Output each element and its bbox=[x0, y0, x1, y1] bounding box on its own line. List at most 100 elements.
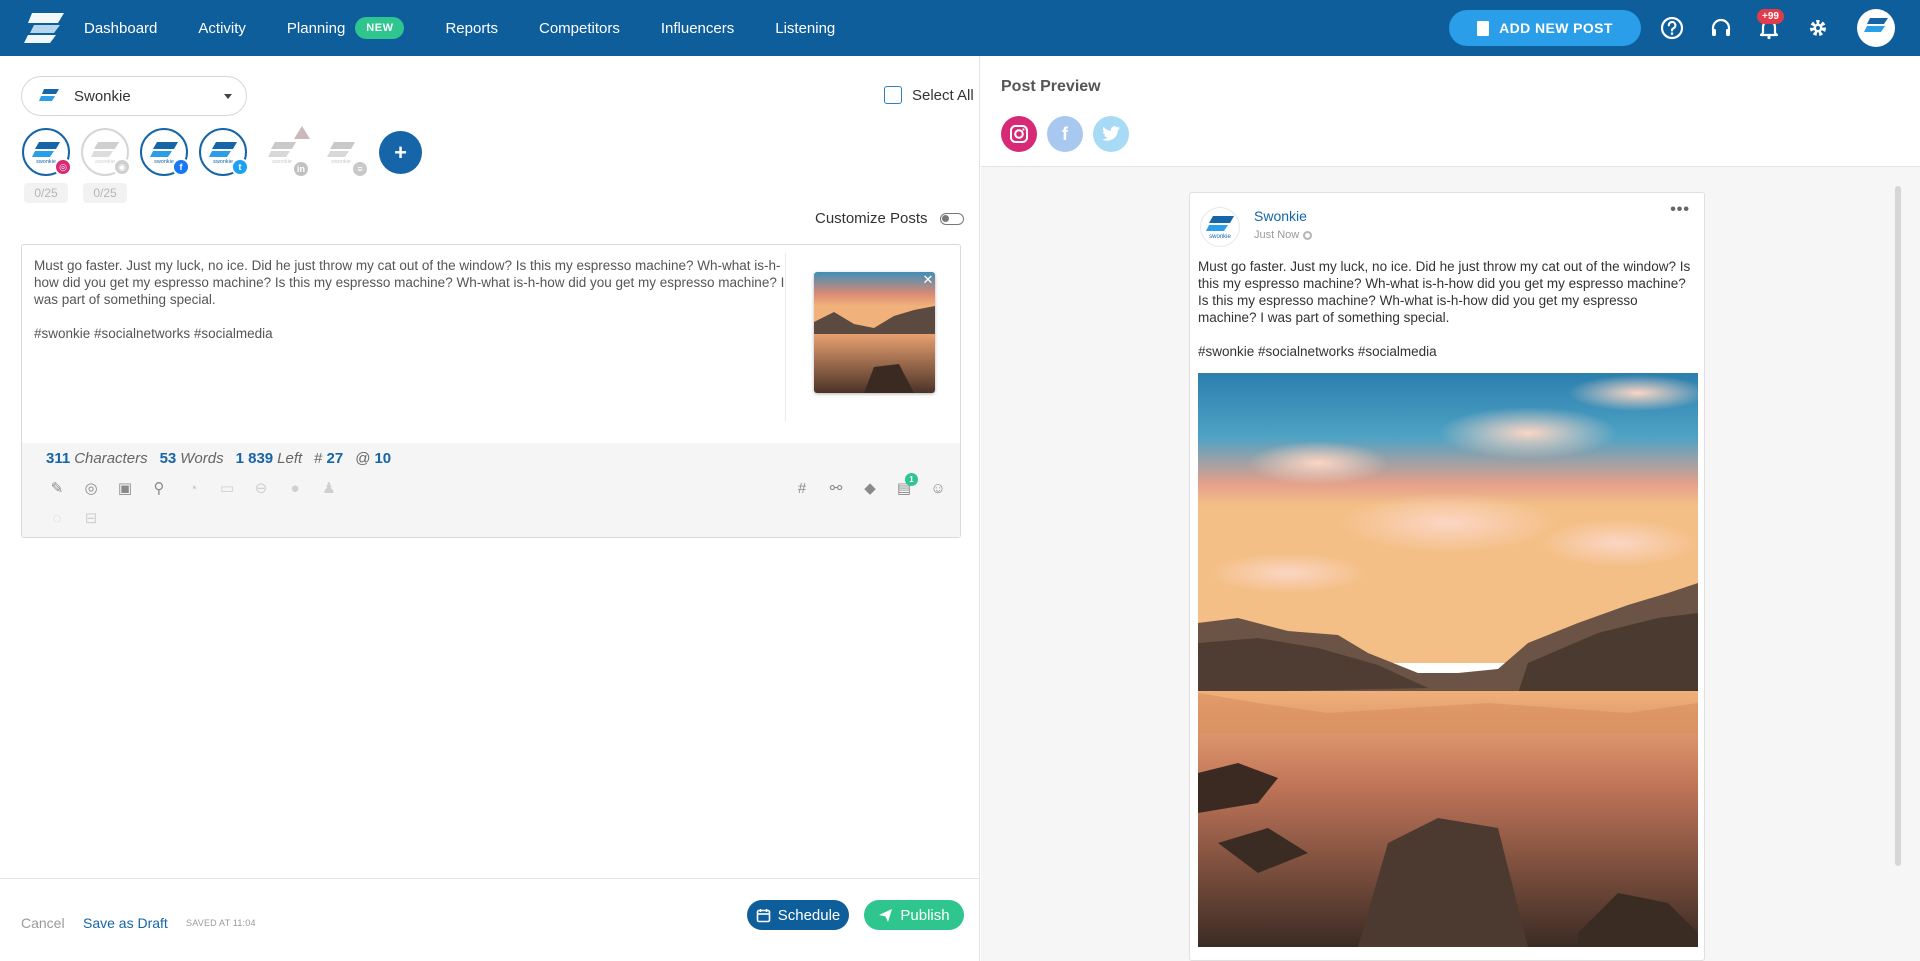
words-label: Words bbox=[180, 449, 224, 467]
post-editor: Must go faster. Just my luck, no ice. Di… bbox=[21, 244, 961, 538]
svg-text:swonkie: swonkie bbox=[36, 159, 56, 164]
nav-reports[interactable]: Reports bbox=[445, 20, 498, 37]
mentions-count: 10 bbox=[374, 449, 392, 467]
preview-tab-facebook[interactable]: f bbox=[1047, 116, 1083, 152]
post-time-label: Just Now bbox=[1254, 229, 1300, 241]
user-avatar[interactable] bbox=[1857, 9, 1895, 47]
add-profile-button[interactable]: + bbox=[379, 131, 422, 174]
svg-text:swonkie: swonkie bbox=[95, 159, 115, 164]
nav-dashboard[interactable]: Dashboard bbox=[84, 20, 157, 37]
profile-instagram-count: 0/25 bbox=[24, 183, 68, 203]
post-author-name[interactable]: Swonkie bbox=[1254, 208, 1307, 224]
publish-label: Publish bbox=[900, 906, 950, 924]
pencil-icon[interactable]: ✎ bbox=[48, 479, 66, 497]
minus-circle-icon[interactable]: ⊟ bbox=[82, 509, 100, 527]
loading-circle-icon[interactable]: ◌ bbox=[48, 509, 66, 527]
instagram-icon: ◎ bbox=[54, 158, 72, 176]
add-new-post-label: ADD NEW POST bbox=[1499, 20, 1613, 36]
post-timestamp: Just Now bbox=[1254, 229, 1313, 241]
add-new-post-button[interactable]: ADD NEW POST bbox=[1449, 10, 1641, 46]
account-dropdown[interactable]: Swonkie bbox=[21, 76, 247, 116]
checkbox-box[interactable] bbox=[884, 86, 902, 104]
gif-icon[interactable]: ◔ bbox=[184, 479, 202, 497]
account-name: Swonkie bbox=[74, 87, 131, 105]
profile-facebook[interactable]: swonkie f bbox=[140, 128, 190, 176]
profile-instagram[interactable]: swonkie ◎ bbox=[22, 128, 72, 176]
nav-competitors[interactable]: Competitors bbox=[539, 20, 620, 37]
save-as-draft-button[interactable]: Save as Draft bbox=[83, 915, 168, 931]
emoji-icon[interactable]: ☺ bbox=[929, 479, 947, 497]
target-icon[interactable]: ◎ bbox=[82, 479, 100, 497]
nav-planning[interactable]: Planning NEW bbox=[287, 17, 405, 39]
schedule-button[interactable]: Schedule bbox=[747, 900, 849, 930]
mention-circle-icon[interactable]: ⊖ bbox=[252, 479, 270, 497]
google-my-business-icon: ◉ bbox=[113, 158, 131, 176]
post-author-avatar: swonkie bbox=[1200, 207, 1240, 247]
headset-support-icon[interactable] bbox=[1708, 15, 1734, 41]
facebook-icon: f bbox=[1062, 123, 1068, 144]
instagram-icon bbox=[1010, 125, 1028, 143]
preview-panel: Post Preview f swonkie Swonkie Just Now … bbox=[981, 56, 1920, 961]
customize-posts: Customize Posts bbox=[815, 210, 964, 227]
privacy-globe-icon bbox=[1303, 230, 1313, 240]
select-all-checkbox[interactable]: Select All bbox=[884, 86, 974, 104]
swonkie-logo-icon[interactable] bbox=[24, 11, 66, 45]
comment-icon[interactable]: ● bbox=[286, 479, 304, 497]
notification-count-badge: +99 bbox=[1757, 9, 1784, 24]
nav-planning-label: Planning bbox=[286, 19, 346, 37]
hashtag-icon[interactable]: # bbox=[793, 479, 811, 497]
media-thumbnail[interactable] bbox=[814, 272, 935, 393]
calendar-icon bbox=[756, 908, 771, 922]
post-stats-bar: 311 Characters 53 Words 1 839 Left # 27 … bbox=[22, 443, 960, 473]
profile-other-network[interactable]: swonkie ≡ bbox=[317, 128, 369, 178]
top-navbar: Dashboard Activity Planning NEW Reports … bbox=[0, 0, 1920, 56]
social-profiles-row: swonkie ◎ 0/25 swonkie ◉ 0/25 swonkie f … bbox=[22, 126, 442, 208]
chat-network-icon: ≡ bbox=[351, 160, 369, 178]
composer-footer: Cancel Save as Draft SAVED AT 11:04 Sche… bbox=[0, 878, 980, 961]
video-icon[interactable]: ▭ bbox=[218, 479, 236, 497]
divider bbox=[785, 253, 786, 421]
preview-tab-twitter[interactable] bbox=[1093, 116, 1129, 152]
tag-icon[interactable]: ◆ bbox=[861, 479, 879, 497]
media-count-badge: 1 bbox=[905, 473, 918, 486]
nav-listening[interactable]: Listening bbox=[775, 20, 835, 37]
cancel-button[interactable]: Cancel bbox=[21, 915, 65, 931]
preview-tab-instagram[interactable] bbox=[1001, 116, 1037, 152]
twitter-bird-icon bbox=[1102, 126, 1120, 141]
paper-plane-icon bbox=[879, 908, 893, 922]
customize-posts-label: Customize Posts bbox=[815, 210, 928, 227]
image-gallery-icon[interactable]: ▣ bbox=[116, 479, 134, 497]
hashtag-symbol: # bbox=[314, 449, 323, 467]
post-preview-text: Must go faster. Just my luck, no ice. Di… bbox=[1198, 259, 1691, 359]
remove-media-close-icon[interactable]: ✕ bbox=[920, 272, 936, 288]
mention-symbol: @ bbox=[355, 449, 371, 467]
location-pin-icon[interactable]: ⚲ bbox=[150, 479, 168, 497]
left-count: 1 839 bbox=[235, 449, 274, 467]
editor-toolbar: ✎ ◎ ▣ ⚲ ◔ ▭ ⊖ ● ♟ ◌ ⊟ # ⚯ ◆ ▤ 1 ☺ bbox=[22, 473, 960, 537]
scrollbar[interactable] bbox=[1895, 186, 1901, 866]
profile-google-my-business[interactable]: swonkie ◉ bbox=[81, 128, 131, 176]
post-text-input[interactable]: Must go faster. Just my luck, no ice. Di… bbox=[34, 257, 794, 342]
account-logo-icon bbox=[36, 83, 62, 109]
characters-label: Characters bbox=[74, 449, 148, 467]
profile-gmb-count: 0/25 bbox=[83, 183, 127, 203]
post-preview-image bbox=[1198, 373, 1698, 947]
svg-text:swonkie: swonkie bbox=[154, 159, 174, 164]
help-icon[interactable] bbox=[1659, 15, 1685, 41]
publish-button[interactable]: Publish bbox=[864, 900, 964, 930]
profile-twitter[interactable]: swonkie t bbox=[199, 128, 249, 176]
svg-text:swonkie: swonkie bbox=[213, 159, 233, 164]
nav-influencers[interactable]: Influencers bbox=[661, 20, 734, 37]
user-icon[interactable]: ♟ bbox=[320, 479, 338, 497]
hashtags-count: 27 bbox=[326, 449, 344, 467]
preview-title: Post Preview bbox=[1001, 78, 1101, 95]
gear-settings-icon[interactable] bbox=[1805, 15, 1831, 41]
more-options-button[interactable]: ••• bbox=[1670, 201, 1690, 219]
twitter-icon: t bbox=[231, 158, 249, 176]
link-icon[interactable]: ⚯ bbox=[827, 479, 845, 497]
nav-activity[interactable]: Activity bbox=[198, 20, 246, 37]
warning-icon bbox=[294, 126, 310, 139]
words-count: 53 bbox=[159, 449, 177, 467]
linkedin-icon: in bbox=[292, 160, 310, 178]
customize-posts-toggle[interactable] bbox=[939, 212, 964, 225]
